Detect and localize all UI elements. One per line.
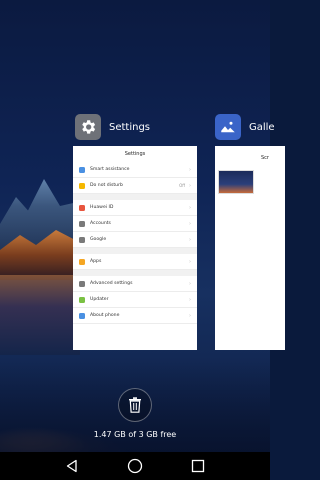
settings-row-label: Do not disturb <box>90 183 123 188</box>
settings-row-icon <box>79 236 85 243</box>
gallery-app-title: Galle <box>249 121 275 133</box>
settings-screen-title: Settings <box>124 151 146 157</box>
home-button[interactable] <box>125 456 145 476</box>
memory-status: 1.47 GB of 3 GB free <box>93 430 177 439</box>
navigation-bar <box>0 452 270 480</box>
settings-row[interactable]: Do not disturb Off › <box>73 178 197 194</box>
settings-row-label: Advanced settings <box>90 281 133 286</box>
chevron-right-icon: › <box>189 220 191 227</box>
chevron-right-icon: › <box>189 258 191 265</box>
back-button[interactable] <box>62 456 82 476</box>
back-triangle-icon <box>66 459 77 473</box>
gallery-icon <box>215 114 241 140</box>
settings-row-icon <box>79 280 85 287</box>
settings-row-icon <box>79 296 85 303</box>
settings-row-label: Updater <box>90 297 109 302</box>
gallery-thumbnail <box>218 170 254 194</box>
settings-row-label: Google <box>90 237 107 242</box>
settings-row[interactable]: Advanced settings › <box>73 276 197 292</box>
settings-row[interactable]: Accounts › <box>73 216 197 232</box>
home-circle-icon <box>127 458 143 474</box>
settings-row-label: Accounts <box>90 221 111 226</box>
settings-row-icon <box>79 182 85 189</box>
settings-row-icon <box>79 204 85 211</box>
clear-all-button[interactable] <box>118 388 152 422</box>
settings-row-label: Apps <box>90 259 102 264</box>
trash-icon <box>129 397 141 413</box>
settings-recent-card[interactable]: Settings Smart assistance › Do not disturb… <box>73 146 197 350</box>
settings-row[interactable]: Apps › <box>73 254 197 270</box>
settings-app-title: Settings <box>109 121 151 133</box>
chevron-right-icon: › <box>189 166 191 173</box>
settings-row[interactable]: Updater › <box>73 292 197 308</box>
recents-button[interactable] <box>188 456 208 476</box>
settings-list: Smart assistance › Do not disturb Off › Huawe… <box>73 162 197 324</box>
settings-row-value: Off <box>179 183 185 188</box>
gallery-screen-title: Scr <box>261 155 269 161</box>
chevron-right-icon: › <box>189 204 191 211</box>
settings-row-label: Smart assistance <box>90 167 130 172</box>
settings-app-header[interactable]: Settings <box>75 114 150 140</box>
chevron-right-icon: › <box>189 182 191 189</box>
settings-row-icon <box>79 220 85 227</box>
settings-row[interactable]: About phone › <box>73 308 197 324</box>
settings-row-label: Huawei ID <box>90 205 114 210</box>
recents-square-icon <box>192 459 205 473</box>
gallery-app-header[interactable]: Galle <box>215 114 275 140</box>
chevron-right-icon: › <box>189 236 191 243</box>
settings-row[interactable]: Google › <box>73 232 197 248</box>
chevron-right-icon: › <box>189 280 191 287</box>
chevron-right-icon: › <box>189 312 191 319</box>
settings-row[interactable]: Smart assistance › <box>73 162 197 178</box>
gallery-recent-card[interactable]: Scr <box>215 146 285 350</box>
settings-row-icon <box>79 166 85 173</box>
gear-icon <box>75 114 101 140</box>
chevron-right-icon: › <box>189 296 191 303</box>
settings-row-icon <box>79 312 85 319</box>
settings-row[interactable]: Huawei ID › <box>73 200 197 216</box>
settings-row-label: About phone <box>90 313 120 318</box>
settings-row-icon <box>79 258 85 265</box>
wallpaper-water <box>0 275 80 355</box>
